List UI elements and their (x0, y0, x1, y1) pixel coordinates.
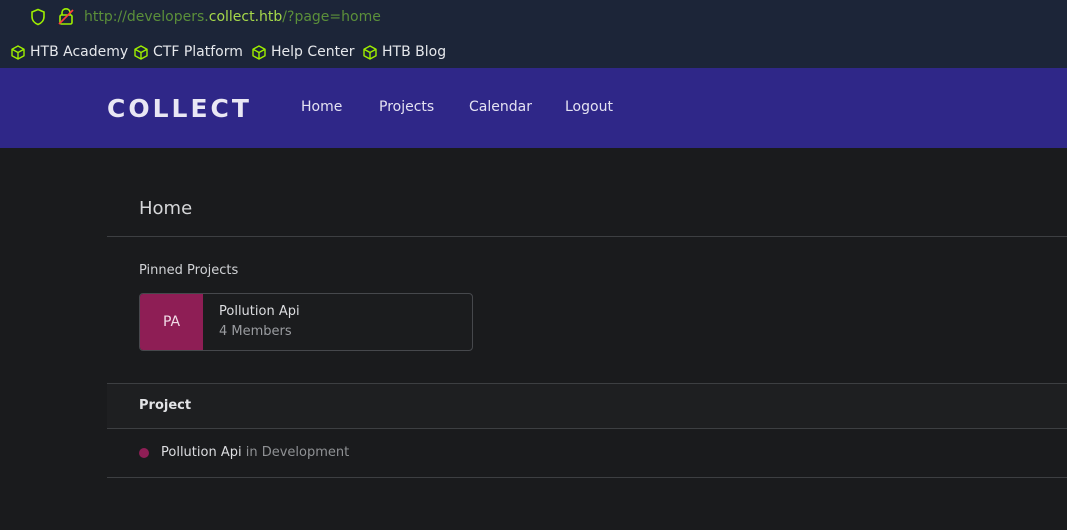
bookmark-label: CTF Platform (153, 44, 243, 60)
browser-url-bar[interactable]: http://developers.collect.htb/?page=home (0, 0, 1067, 34)
cube-icon (252, 44, 266, 60)
cube-icon (11, 44, 25, 60)
lock-insecure-icon[interactable] (57, 7, 75, 26)
divider (107, 236, 1067, 237)
nav-calendar[interactable]: Calendar (469, 99, 532, 115)
url-domain: collect.htb (208, 9, 283, 25)
bookmark-htb-academy[interactable]: HTB Academy (11, 43, 128, 61)
bookmarks-bar: HTB Academy CTF Platform Help Center HTB… (0, 34, 1067, 68)
pinned-project-members: 4 Members (219, 324, 292, 339)
bookmark-label: HTB Academy (30, 44, 129, 60)
projects-table-header: Project (107, 384, 1067, 429)
project-status: in Development (241, 445, 350, 460)
page-title: Home (139, 198, 193, 219)
url-prefix: http://developers. (84, 9, 209, 25)
project-row-label[interactable]: Pollution Api in Development (161, 445, 349, 460)
address-url[interactable]: http://developers.collect.htb/?page=home (84, 8, 381, 26)
pinned-project-name[interactable]: Pollution Api (219, 304, 300, 319)
bookmark-label: HTB Blog (382, 44, 447, 60)
pinned-projects-label: Pinned Projects (139, 263, 239, 278)
bookmark-help-center[interactable]: Help Center (252, 43, 355, 61)
brand-logo[interactable]: COLLECT (107, 94, 252, 123)
nav-projects[interactable]: Projects (379, 99, 434, 115)
cube-icon (134, 44, 148, 60)
url-suffix: /?page=home (282, 9, 381, 25)
nav-home[interactable]: Home (301, 99, 342, 115)
nav-logout[interactable]: Logout (565, 99, 613, 115)
table-row[interactable]: Pollution Api in Development (107, 429, 1067, 477)
bookmark-htb-blog[interactable]: HTB Blog (363, 43, 446, 61)
pinned-project-card[interactable]: PA Pollution Api 4 Members (139, 293, 473, 351)
divider (107, 477, 1067, 478)
status-dot (139, 448, 149, 458)
project-name: Pollution Api (161, 445, 242, 460)
cube-icon (363, 44, 377, 60)
shield-icon[interactable] (30, 8, 46, 26)
site-navbar: COLLECT Home Projects Calendar Logout (0, 68, 1067, 148)
column-header-project: Project (139, 398, 192, 413)
bookmark-label: Help Center (271, 44, 355, 60)
bookmark-ctf-platform[interactable]: CTF Platform (134, 43, 243, 61)
project-avatar: PA (140, 294, 203, 350)
main-content: Home Pinned Projects PA Pollution Api 4 … (107, 148, 1067, 530)
